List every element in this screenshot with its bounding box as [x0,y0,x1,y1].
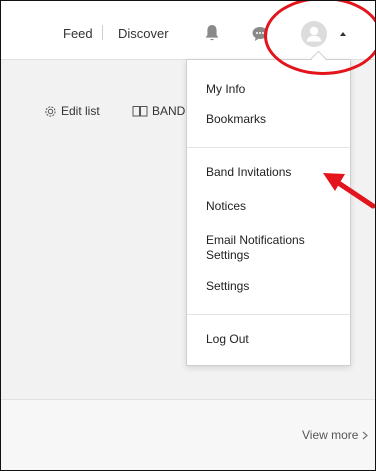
menu-item-bookmarks[interactable]: Bookmarks [206,112,266,127]
nav-divider [102,25,103,40]
menu-item-band-invitations[interactable]: Band Invitations [206,165,291,180]
menu-item-settings[interactable]: Settings [206,279,249,294]
nav-feed-link[interactable]: Feed [63,26,93,41]
profile-dropdown-menu: My Info Bookmarks Band Invitations Notic… [186,59,351,366]
menu-item-notices[interactable]: Notices [206,199,246,214]
chevron-right-icon [363,431,369,439]
menu-divider [187,314,350,315]
edit-list-label: Edit list [61,104,100,118]
menu-item-email-notifications-settings[interactable]: Email Notifications Settings [206,233,341,263]
annotation-circle [264,1,375,75]
view-more-link[interactable]: View more [302,428,369,442]
edit-list-button[interactable]: Edit list [44,104,100,118]
book-icon [132,106,148,117]
menu-item-log-out[interactable]: Log Out [206,332,249,347]
gear-icon [45,105,56,117]
nav-discover-link[interactable]: Discover [118,26,169,41]
bell-icon[interactable] [204,24,220,42]
band-label: BAND [152,104,186,118]
menu-divider [187,147,350,148]
app-window: Feed Discover Edit list BAND View more M… [0,0,376,471]
band-button[interactable]: BAND [132,104,185,118]
view-more-label: View more [302,428,359,442]
menu-item-my-info[interactable]: My Info [206,82,245,97]
